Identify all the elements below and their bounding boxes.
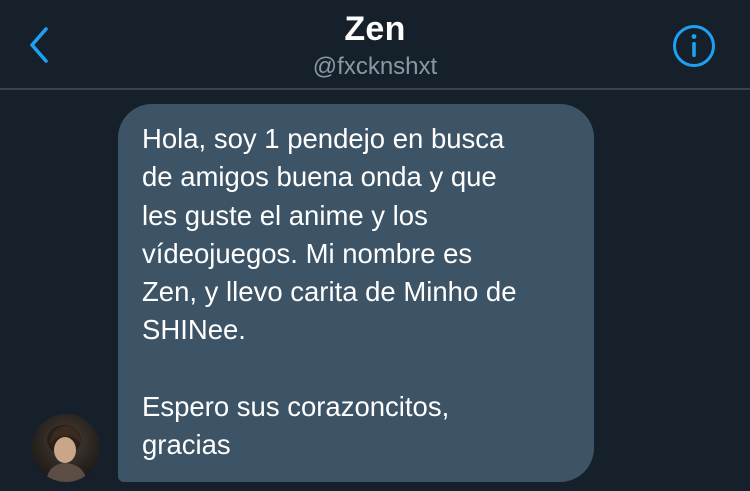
- conversation-handle: @fxcknshxt: [312, 53, 438, 80]
- conversation-title-block[interactable]: Zen @fxcknshxt: [175, 8, 575, 82]
- message-text: Hola, soy 1 pendejo en busca de amigos b…: [142, 123, 517, 461]
- avatar[interactable]: [32, 414, 100, 482]
- dm-conversation-screen: Zen @fxcknshxt Hola, soy 1 pendejo en bu…: [0, 0, 750, 491]
- info-icon: [673, 25, 715, 67]
- chevron-left-icon: [30, 27, 48, 63]
- conversation-title: Zen: [344, 10, 406, 48]
- header-divider: [0, 88, 750, 90]
- message-bubble[interactable]: Hola, soy 1 pendejo en busca de amigos b…: [118, 104, 594, 482]
- back-button[interactable]: [22, 22, 56, 68]
- conversation-header: Zen @fxcknshxt: [0, 0, 750, 88]
- avatar-photo: [32, 414, 100, 482]
- info-button[interactable]: [671, 23, 717, 69]
